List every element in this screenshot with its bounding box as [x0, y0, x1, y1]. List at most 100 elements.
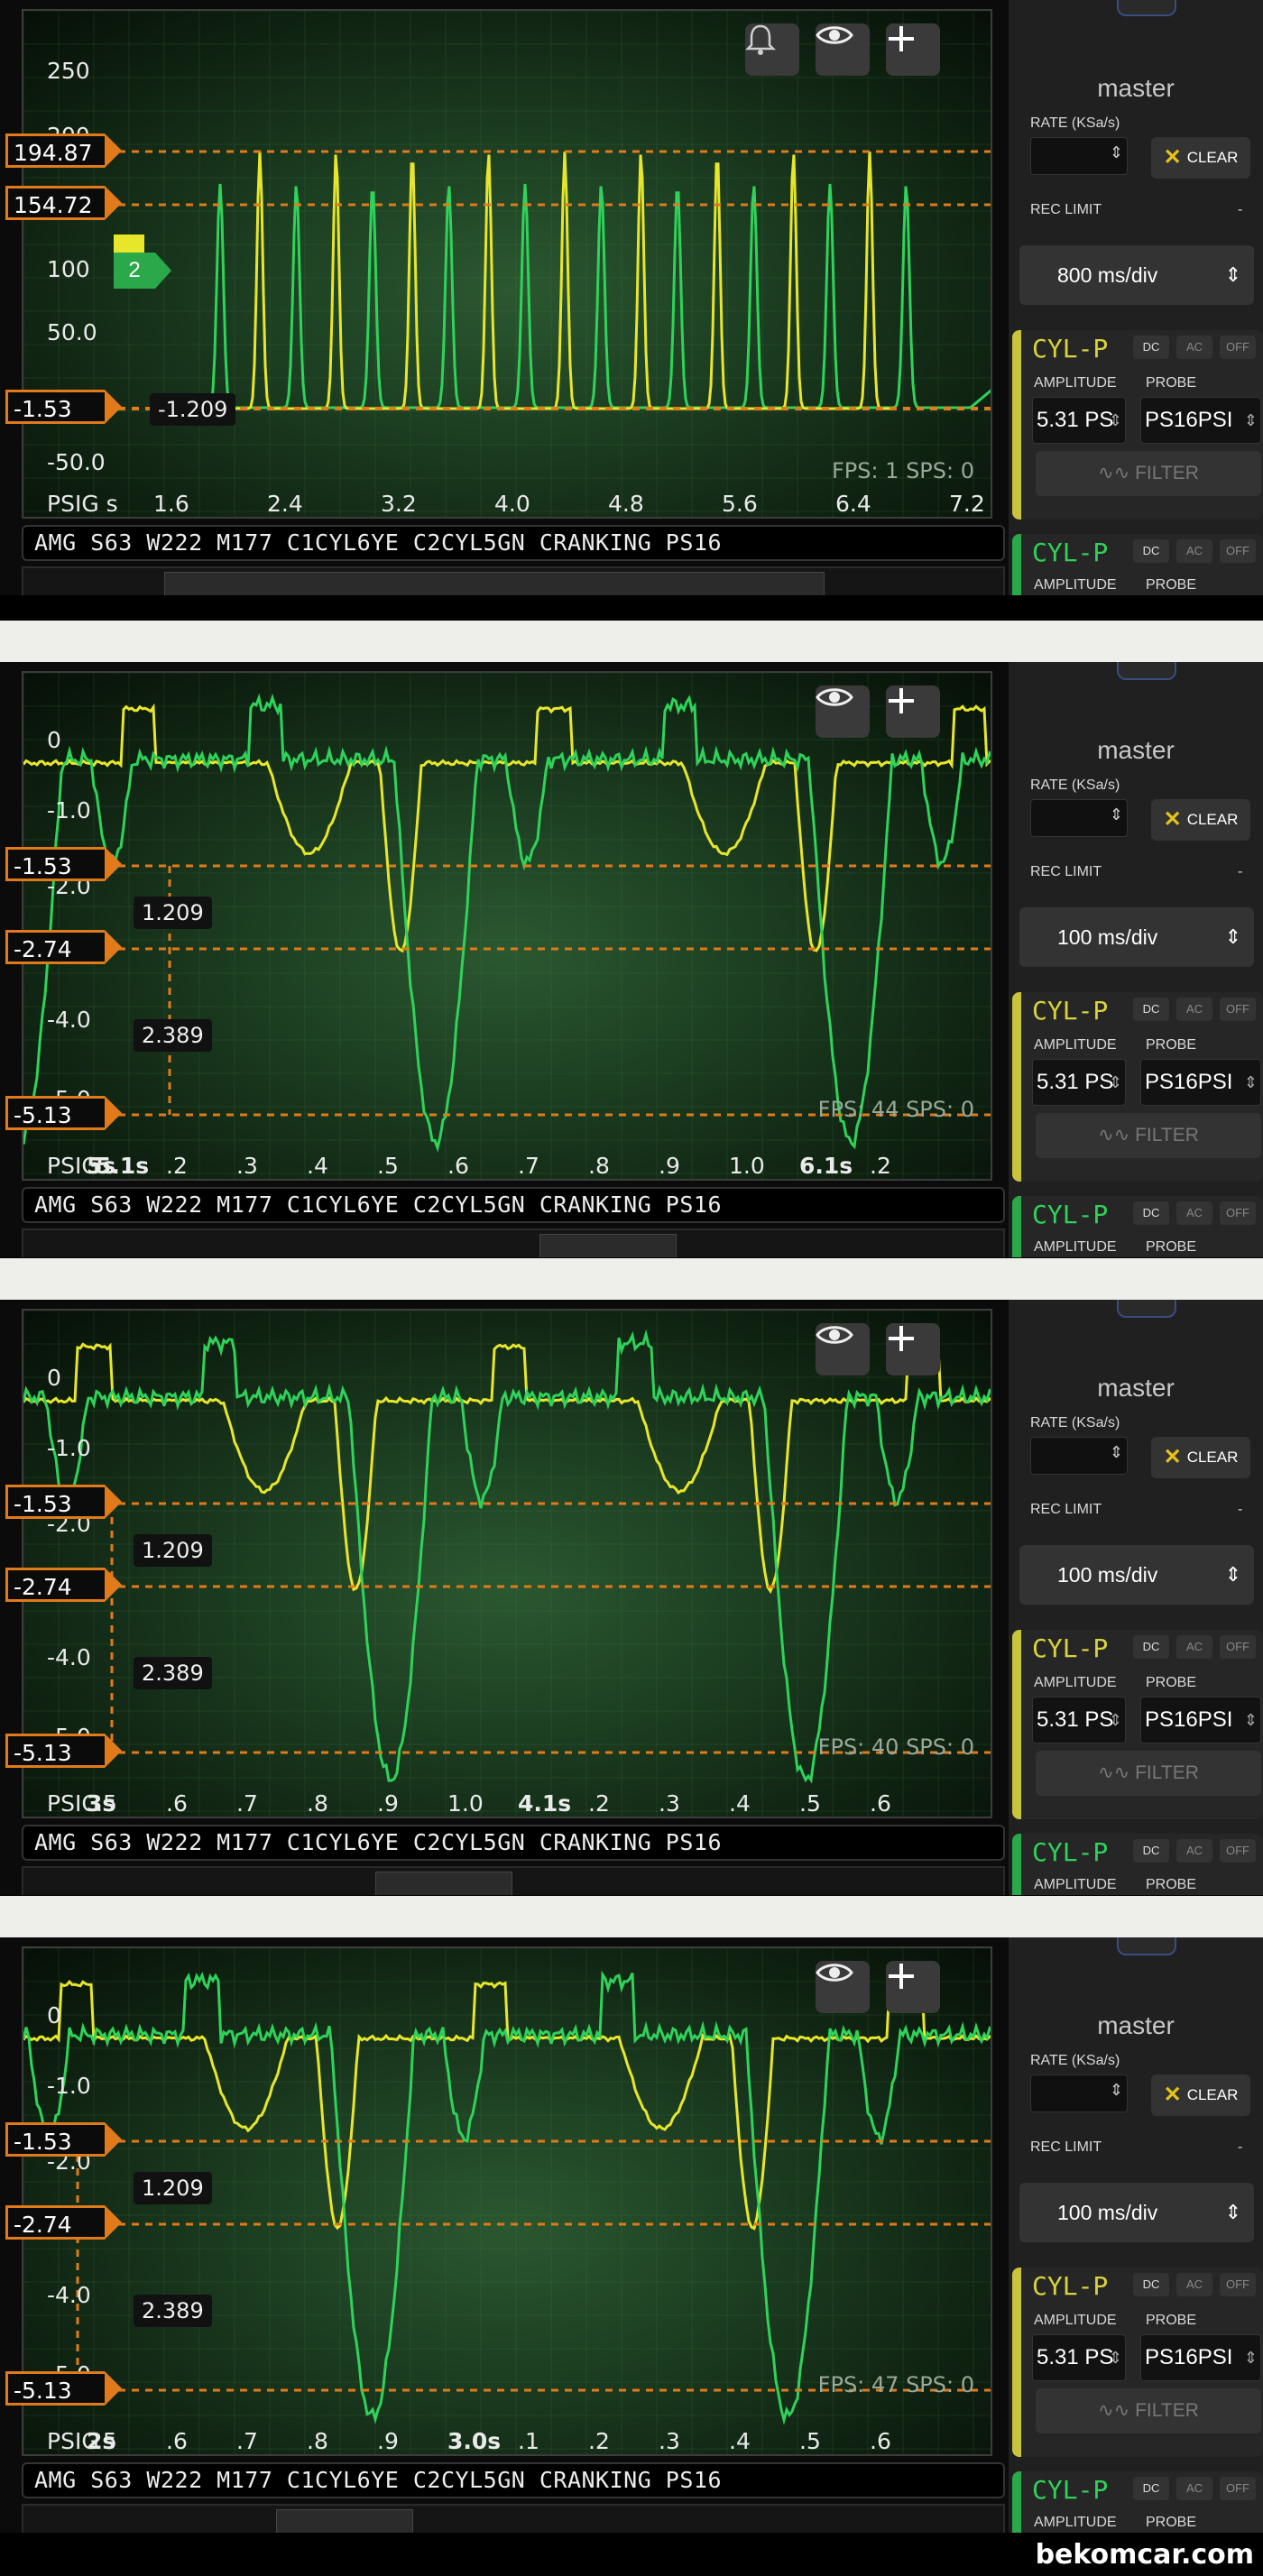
coupling-ac[interactable]: AC — [1176, 2477, 1212, 2500]
coupling-off[interactable]: OFF — [1220, 539, 1256, 563]
channel-name: CYL-P — [1032, 996, 1109, 1026]
coupling-off[interactable]: OFF — [1220, 998, 1256, 1021]
cursor-marker[interactable]: -1.53 — [5, 1485, 122, 1519]
coupling-dc[interactable]: DC — [1133, 336, 1169, 359]
cursor-marker[interactable]: -1.53 — [5, 390, 122, 424]
timeline-scrollbar[interactable] — [22, 1228, 1005, 1257]
eye-icon[interactable] — [816, 1323, 870, 1375]
car-icon[interactable] — [1117, 0, 1176, 16]
x-tick: 5.1s — [96, 1153, 150, 1179]
plus-icon[interactable] — [886, 1323, 940, 1375]
clear-button[interactable]: ✕ CLEAR — [1151, 799, 1250, 841]
filter-button[interactable]: ∿∿ FILTER — [1036, 2388, 1261, 2433]
timeline-scrollbar[interactable] — [22, 2504, 1005, 2533]
cursor-marker[interactable]: -5.13 — [5, 1734, 122, 1768]
waveform-plot[interactable]: 0 -1.0 -2.0 -4.0 -5.0 1.209 2.389 FPS: 4… — [22, 1946, 992, 2456]
coupling-off[interactable]: OFF — [1220, 1839, 1256, 1863]
cursor-marker[interactable]: -5.13 — [5, 2371, 122, 2406]
cursor-marker[interactable]: -5.13 — [5, 1096, 122, 1130]
trace-title: AMG S63 W222 M177 C1CYL6YE C2CYL5GN CRAN… — [22, 525, 1005, 561]
coupling-off[interactable]: OFF — [1220, 336, 1256, 359]
coupling-ac[interactable]: AC — [1176, 336, 1212, 359]
timebase-select[interactable]: ⇕ 100 ms/div — [1019, 1545, 1254, 1605]
amplitude-select[interactable]: 5.31 PS ⇕ — [1032, 1697, 1126, 1743]
channel-2-marker[interactable]: 2 — [114, 235, 171, 289]
x-tick: 4.8 — [608, 491, 644, 517]
coupling-off[interactable]: OFF — [1220, 1635, 1256, 1659]
coupling-ac[interactable]: AC — [1176, 2273, 1212, 2296]
select-arrows-icon: ⇕ — [1224, 1563, 1241, 1586]
car-icon[interactable] — [1117, 1937, 1176, 1955]
coupling-dc[interactable]: DC — [1133, 1201, 1169, 1225]
coupling-off[interactable]: OFF — [1220, 2477, 1256, 2500]
scroll-thumb[interactable] — [276, 2509, 413, 2533]
cursor-marker[interactable]: -2.74 — [5, 2205, 122, 2240]
coupling-off[interactable]: OFF — [1220, 1201, 1256, 1225]
cursor-marker[interactable]: -1.53 — [5, 2122, 122, 2157]
car-icon[interactable] — [1117, 662, 1176, 680]
probe-label: PROBE — [1146, 577, 1197, 593]
scroll-thumb[interactable] — [375, 1872, 512, 1895]
select-arrows-icon: ⇕ — [1224, 263, 1241, 286]
plus-icon[interactable] — [886, 685, 940, 738]
y-label: -4.0 — [47, 1644, 91, 1670]
filter-wave-icon: ∿∿ — [1098, 1762, 1136, 1783]
amplitude-select[interactable]: 5.31 PS ⇕ — [1032, 1059, 1126, 1106]
rate-spinner[interactable]: ⇕ — [1030, 137, 1128, 175]
eye-icon[interactable] — [816, 23, 870, 76]
close-icon: ✕ — [1163, 1445, 1182, 1469]
coupling-dc[interactable]: DC — [1133, 1839, 1169, 1863]
rate-spinner[interactable]: ⇕ — [1030, 799, 1128, 837]
amplitude-select[interactable]: 5.31 PS ⇕ — [1032, 397, 1126, 444]
coupling-dc[interactable]: DC — [1133, 2477, 1169, 2500]
probe-select[interactable]: PS16PSI ⇕ — [1140, 1697, 1261, 1743]
cursor-marker[interactable]: -2.74 — [5, 1568, 122, 1602]
rate-spinner[interactable]: ⇕ — [1030, 2075, 1128, 2112]
coupling-off[interactable]: OFF — [1220, 2273, 1256, 2296]
bell-icon[interactable] — [745, 23, 799, 76]
cursor-marker[interactable]: -1.53 — [5, 847, 122, 881]
waveform-plot[interactable]: 250 200 100 50.0 -50.0 -1.209 FPS: 1 SPS… — [22, 9, 992, 519]
probe-select[interactable]: PS16PSI ⇕ — [1140, 1059, 1261, 1106]
timebase-select[interactable]: ⇕ 800 ms/div — [1019, 245, 1254, 305]
scroll-thumb[interactable] — [539, 1234, 677, 1257]
filter-button[interactable]: ∿∿ FILTER — [1036, 451, 1261, 496]
filter-wave-icon: ∿∿ — [1098, 1125, 1136, 1145]
coupling-dc[interactable]: DC — [1133, 998, 1169, 1021]
coupling-dc[interactable]: DC — [1133, 2273, 1169, 2296]
eye-icon[interactable] — [816, 1961, 870, 2013]
coupling-dc[interactable]: DC — [1133, 539, 1169, 563]
timebase-value: 100 ms/div — [1057, 1563, 1158, 1587]
probe-select[interactable]: PS16PSI ⇕ — [1140, 2334, 1261, 2381]
coupling-ac[interactable]: AC — [1176, 1839, 1212, 1863]
timebase-select[interactable]: ⇕ 100 ms/div — [1019, 907, 1254, 967]
rate-spinner[interactable]: ⇕ — [1030, 1437, 1128, 1475]
clear-button[interactable]: ✕ CLEAR — [1151, 1437, 1250, 1478]
waveform-plot[interactable]: 0 -1.0 -2.0 -4.0 -5.0 1.209 2.389 FPS: 4… — [22, 1309, 992, 1818]
cursor-marker[interactable]: 154.72 — [5, 186, 122, 220]
cursor-marker[interactable]: -2.74 — [5, 930, 122, 964]
timebase-select[interactable]: ⇕ 100 ms/div — [1019, 2183, 1254, 2242]
eye-icon[interactable] — [816, 685, 870, 738]
timeline-scrollbar[interactable] — [22, 1866, 1005, 1895]
clear-button[interactable]: ✕ CLEAR — [1151, 2075, 1250, 2116]
amplitude-select[interactable]: 5.31 PS ⇕ — [1032, 2334, 1126, 2381]
coupling-dc[interactable]: DC — [1133, 1635, 1169, 1659]
coupling-ac[interactable]: AC — [1176, 1635, 1212, 1659]
clear-button[interactable]: ✕ CLEAR — [1151, 137, 1250, 179]
coupling-ac[interactable]: AC — [1176, 1201, 1212, 1225]
coupling-ac[interactable]: AC — [1176, 998, 1212, 1021]
timeline-scrollbar[interactable] — [22, 566, 1005, 595]
car-icon[interactable] — [1117, 1300, 1176, 1318]
cursor-marker[interactable]: 194.87 — [5, 133, 122, 168]
probe-select[interactable]: PS16PSI ⇕ — [1140, 397, 1261, 444]
plus-icon[interactable] — [886, 23, 940, 76]
coupling-ac[interactable]: AC — [1176, 539, 1212, 563]
filter-button[interactable]: ∿∿ FILTER — [1036, 1751, 1261, 1796]
x-tick: .8 — [307, 2428, 328, 2454]
filter-button[interactable]: ∿∿ FILTER — [1036, 1113, 1261, 1158]
waveform-plot[interactable]: 0 -1.0 -2.0 -4.0 -5.0 1.209 2.389 FPS: 4… — [22, 671, 992, 1181]
scroll-thumb[interactable] — [164, 572, 825, 595]
plus-icon[interactable] — [886, 1961, 940, 2013]
delta-label: 1.209 — [134, 2172, 212, 2204]
